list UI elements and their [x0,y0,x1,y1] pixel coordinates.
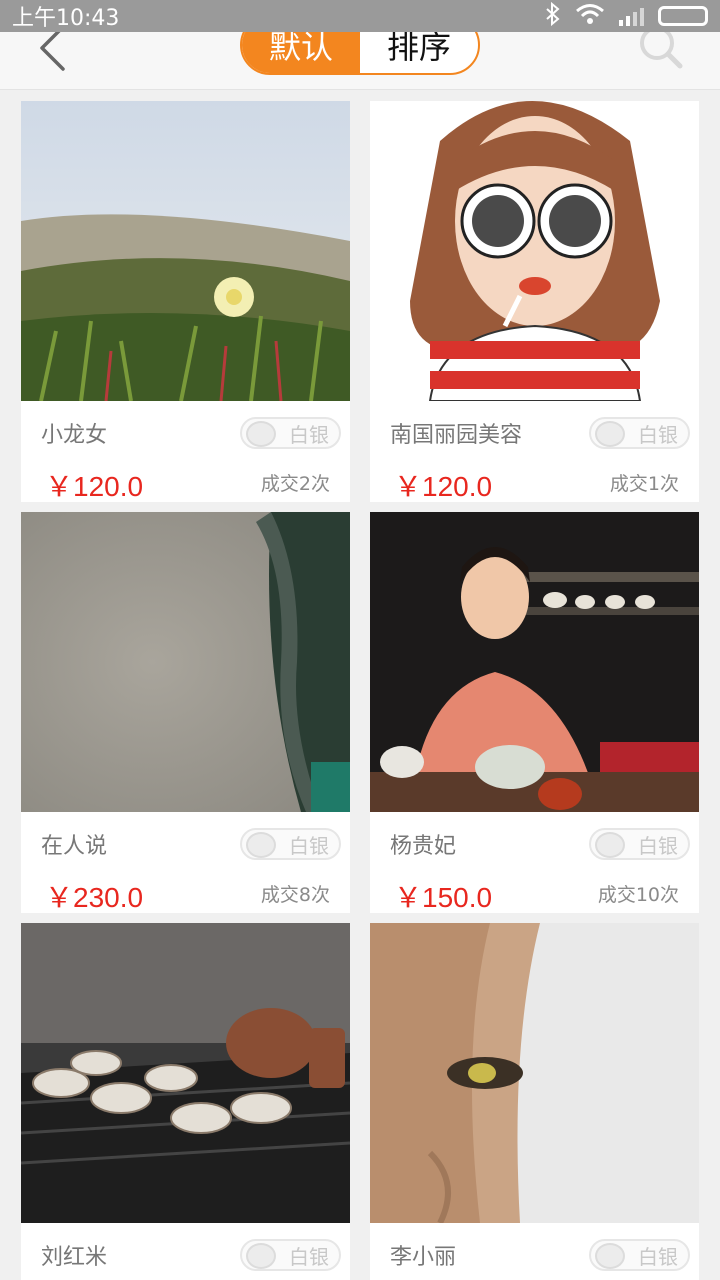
status-time: 上午10:43 [12,6,120,31]
product-image [21,101,350,401]
product-card[interactable]: 刘红米 白银 [21,923,350,1280]
battery-icon [658,6,708,26]
wifi-icon [575,3,605,29]
badge-label: 白银 [638,422,678,447]
seller-name: 在人说 [41,834,108,859]
leaf-icon [595,1243,625,1269]
product-image [21,512,350,812]
seller-name: 刘红米 [41,1245,108,1270]
badge-label: 白银 [289,833,329,858]
price: ￥230.0 [45,882,144,913]
seller-name: 李小丽 [390,1245,457,1270]
cell-signal-icon [619,6,644,26]
leaf-icon [595,421,625,447]
seller-name: 南国丽园美容 [390,423,523,448]
deal-count: 成交2次 [260,473,330,495]
badge-label: 白银 [638,833,678,858]
level-badge: 白银 [240,828,341,860]
price: ￥120.0 [394,471,493,502]
level-badge: 白银 [240,417,341,449]
seller-name: 小龙女 [41,423,108,448]
price: ￥150.0 [394,882,493,913]
product-image [21,923,350,1223]
badge-label: 白银 [638,1244,678,1269]
leaf-icon [595,832,625,858]
product-card[interactable]: 南国丽园美容 白银 ￥120.0 成交1次 [370,101,699,502]
product-card[interactable]: 杨贵妃 白银 ￥150.0 成交10次 [370,512,699,913]
deal-count: 成交10次 [597,884,679,906]
product-card[interactable]: 小龙女 白银 ￥120.0 成交2次 [21,101,350,502]
bluetooth-icon [545,1,561,30]
product-image [370,512,699,812]
product-card[interactable]: 在人说 白银 ￥230.0 成交8次 [21,512,350,913]
product-image [370,101,699,401]
leaf-icon [246,421,276,447]
level-badge: 白银 [589,417,690,449]
deal-count: 成交1次 [609,473,679,495]
price: ￥120.0 [45,471,144,502]
level-badge: 白银 [240,1239,341,1271]
product-grid: 小龙女 白银 ￥120.0 成交2次 南国丽园美容 白银 ￥120.0 成交1次… [21,101,699,1280]
badge-label: 白银 [289,422,329,447]
deal-count: 成交8次 [260,884,330,906]
badge-label: 白银 [289,1244,329,1269]
leaf-icon [246,1243,276,1269]
seller-name: 杨贵妃 [390,834,457,859]
level-badge: 白银 [589,1239,690,1271]
status-bar: 上午10:43 [0,0,720,32]
product-image [370,923,699,1223]
product-card[interactable]: 李小丽 白银 [370,923,699,1280]
level-badge: 白银 [589,828,690,860]
leaf-icon [246,832,276,858]
